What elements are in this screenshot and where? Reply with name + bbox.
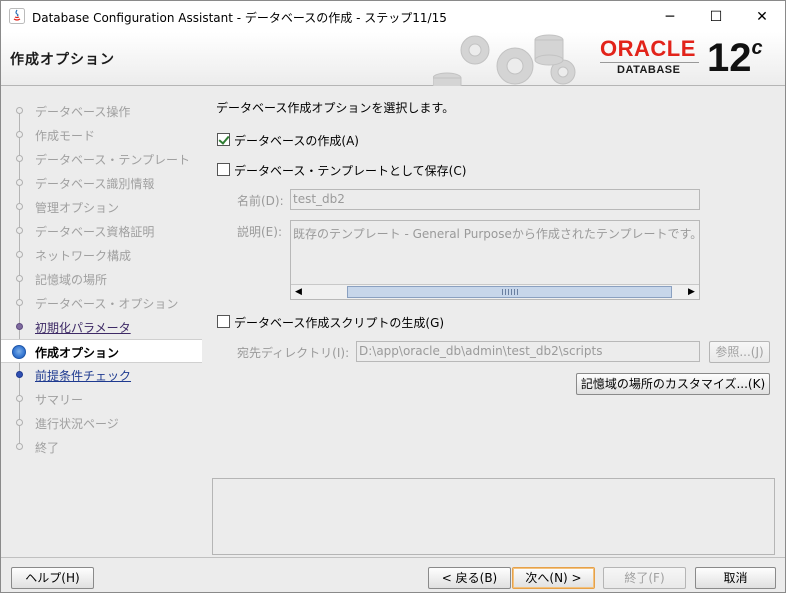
step-dot-icon xyxy=(16,179,23,186)
step-label[interactable]: 前提条件チェック xyxy=(35,367,131,384)
back-button[interactable]: < 戻る(B) xyxy=(428,567,511,589)
step-item: データベース識別情報 xyxy=(1,171,202,195)
step-label: データベース資格証明 xyxy=(35,225,155,239)
template-description-label: 説明(E): xyxy=(237,225,282,239)
description-horizontal-scrollbar[interactable]: ◀ ▶ xyxy=(291,284,699,299)
step-dot-icon xyxy=(16,275,23,282)
save-template-checkbox[interactable] xyxy=(217,163,230,176)
oracle-logo: ORACLE DATABASE 12c xyxy=(597,36,785,84)
message-panel xyxy=(212,478,775,555)
template-description-textarea[interactable]: 既存のテンプレート - General Purposeから作成されたテンプレート… xyxy=(290,220,703,300)
step-item: データベース資格証明 xyxy=(1,219,202,243)
customize-storage-button[interactable]: 記憶域の場所のカスタマイズ...(K) xyxy=(576,373,770,395)
step-dot-icon xyxy=(16,443,23,450)
java-app-icon xyxy=(9,8,25,24)
page-header: 作成オプション ORACLE DATABASE 12c xyxy=(1,32,785,86)
save-template-label[interactable]: データベース・テンプレートとして保存(C) xyxy=(234,162,466,179)
help-button[interactable]: ヘルプ(H) xyxy=(11,567,94,589)
template-description-text: 既存のテンプレート - General Purposeから作成されたテンプレート… xyxy=(293,227,703,241)
step-sidebar: データベース操作 作成モードデータベース・テンプレート データベース識別情報 管理オプ… xyxy=(1,87,202,557)
step-item: 作成オプション xyxy=(1,339,202,363)
step-dot-icon xyxy=(16,155,23,162)
scrollbar-thumb[interactable] xyxy=(347,286,672,298)
window-title: Database Configuration Assistant - データベー… xyxy=(32,11,447,25)
current-step-icon xyxy=(12,345,26,359)
page-title: 作成オプション xyxy=(10,52,115,68)
minimize-button[interactable]: ─ xyxy=(647,1,693,32)
version-suffix: c xyxy=(751,37,763,59)
template-name-label: 名前(D): xyxy=(237,194,284,208)
version-number: 12 xyxy=(707,36,752,80)
button-bar: ヘルプ(H) < 戻る(B) 次へ(N) > 終了(F) 取消 xyxy=(1,557,785,592)
step-dot-icon xyxy=(16,251,23,258)
content-panel: データベース作成オプションを選択します。 データベースの作成(A) データベース… xyxy=(202,87,785,557)
step-item: データベース・テンプレート xyxy=(1,147,202,171)
step-dot-icon xyxy=(16,203,23,210)
step-item: 記憶域の場所 xyxy=(1,267,202,291)
instruction-text: データベース作成オプションを選択します。 xyxy=(216,101,455,115)
step-item: ネットワーク構成 xyxy=(1,243,202,267)
step-label: データベース操作 xyxy=(35,105,131,119)
step-label: 記憶域の場所 xyxy=(35,273,108,287)
step-label: データベース・オプション xyxy=(35,297,179,311)
cancel-button[interactable]: 取消 xyxy=(695,567,776,589)
step-item: データベース操作 xyxy=(1,99,202,123)
step-label: 進行状況ページ xyxy=(35,417,119,431)
step-dot-icon xyxy=(16,419,23,426)
step-label[interactable]: 初期化パラメータ xyxy=(35,319,131,336)
step-label: サマリー xyxy=(35,393,84,407)
step-dot-icon xyxy=(16,371,23,378)
step-item: データベース・オプション xyxy=(1,291,202,315)
maximize-button[interactable]: ☐ xyxy=(693,1,739,32)
oracle-wordmark: ORACLE xyxy=(600,36,696,61)
scroll-left-arrow-icon[interactable]: ◀ xyxy=(291,285,306,299)
version-badge: 12c xyxy=(707,36,763,80)
destination-directory-field[interactable]: D:\app\oracle_db\admin\test_db2\scripts xyxy=(356,341,700,362)
step-dot-icon xyxy=(16,395,23,402)
scroll-right-arrow-icon[interactable]: ▶ xyxy=(684,285,699,299)
generate-scripts-checkbox[interactable] xyxy=(217,315,230,328)
step-label: 作成オプション xyxy=(35,346,120,360)
step-item: 終了 xyxy=(1,435,202,459)
step-dot-icon xyxy=(16,323,23,330)
step-dot-icon xyxy=(16,227,23,234)
step-dot-icon xyxy=(16,107,23,114)
database-wordmark: DATABASE xyxy=(617,64,681,76)
dbca-window: Database Configuration Assistant - データベー… xyxy=(0,0,786,593)
close-button[interactable]: ✕ xyxy=(739,1,785,32)
step-dot-icon xyxy=(16,131,23,138)
step-label: 作成モード xyxy=(35,129,96,143)
browse-button[interactable]: 参照...(J) xyxy=(709,341,770,363)
step-item: サマリー xyxy=(1,387,202,411)
create-database-label[interactable]: データベースの作成(A) xyxy=(234,132,359,149)
step-label: ネットワーク構成 xyxy=(35,249,132,263)
gears-graphic-icon xyxy=(433,34,576,86)
step-label: 終了 xyxy=(35,441,60,455)
generate-scripts-label[interactable]: データベース作成スクリプトの生成(G) xyxy=(234,314,444,331)
scrollbar-grip-icon xyxy=(502,289,520,295)
step-label: データベース識別情報 xyxy=(35,177,155,191)
logo-divider xyxy=(600,62,699,63)
step-item[interactable]: 前提条件チェック xyxy=(1,363,202,387)
finish-button[interactable]: 終了(F) xyxy=(603,567,686,589)
step-item: 管理オプション xyxy=(1,195,202,219)
title-bar: Database Configuration Assistant - データベー… xyxy=(1,1,785,32)
step-label: データベース・テンプレート xyxy=(35,153,191,167)
create-database-checkbox[interactable] xyxy=(217,133,230,146)
step-item: 進行状況ページ xyxy=(1,411,202,435)
template-name-field[interactable]: test_db2 xyxy=(290,189,700,210)
step-item[interactable]: 初期化パラメータ xyxy=(1,315,202,339)
step-label: 管理オプション xyxy=(35,201,120,215)
step-dot-icon xyxy=(16,299,23,306)
next-button[interactable]: 次へ(N) > xyxy=(512,567,595,589)
step-item: 作成モード xyxy=(1,123,202,147)
destination-directory-label: 宛先ディレクトリ(I): xyxy=(237,346,350,360)
